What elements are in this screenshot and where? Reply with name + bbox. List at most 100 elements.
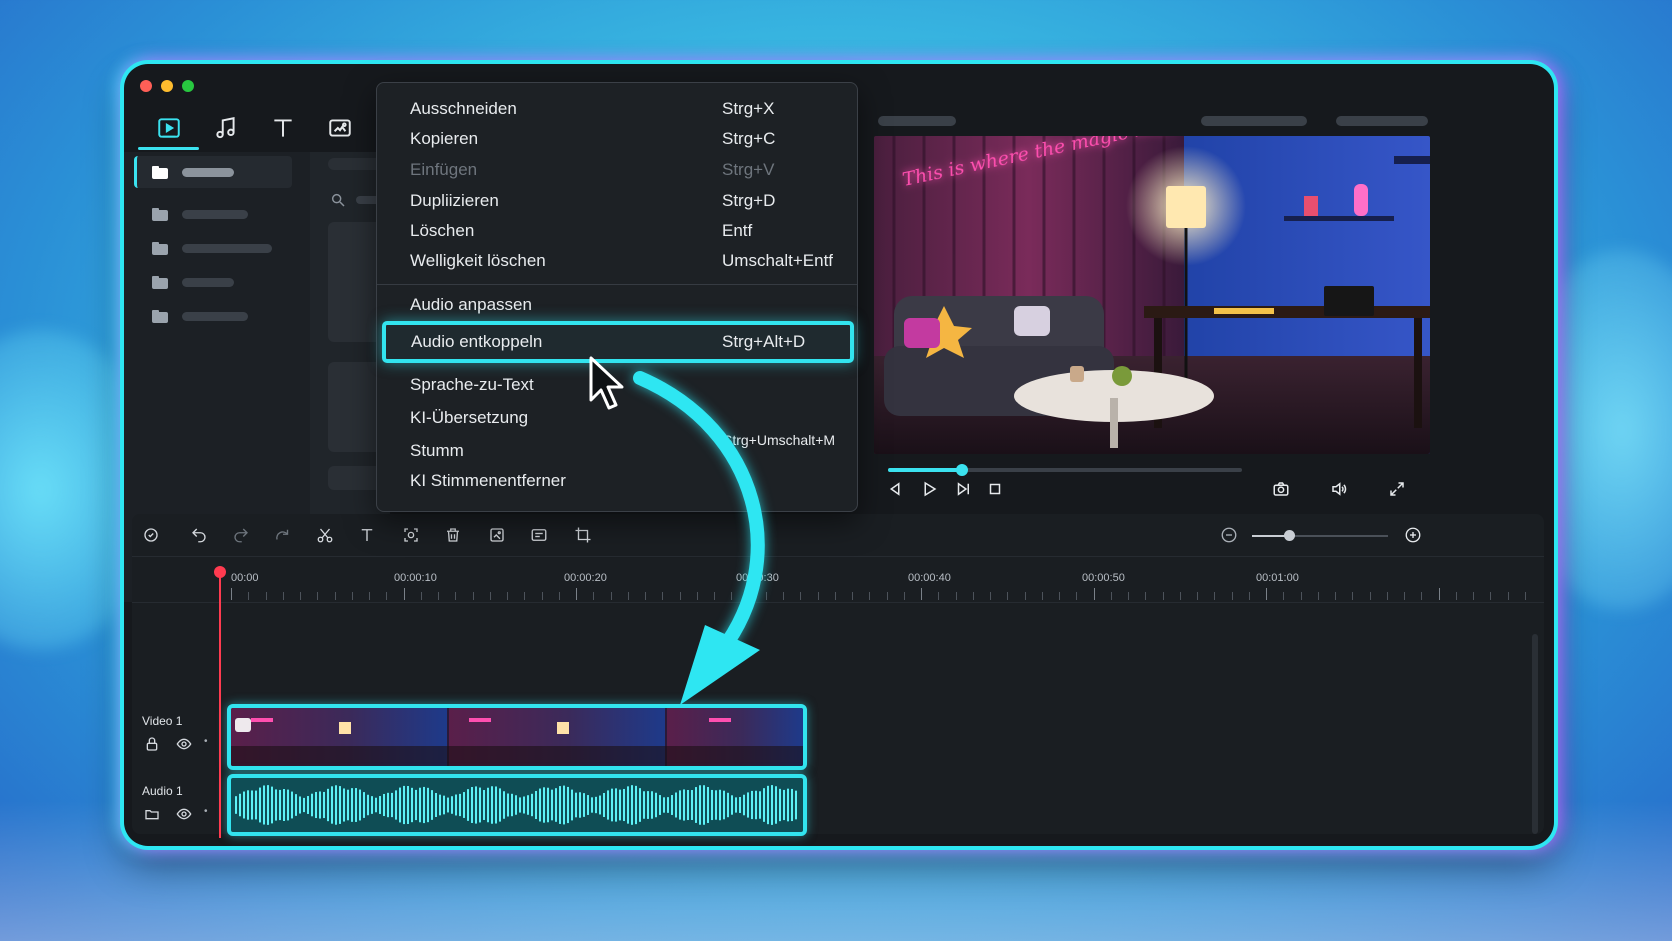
close-window-button[interactable] <box>140 80 152 92</box>
waveform-bar <box>423 786 425 824</box>
menu-item-label: Audio entkoppeln <box>411 332 543 351</box>
delete-button[interactable] <box>442 524 464 546</box>
stop-button[interactable] <box>984 478 1006 500</box>
menu-item-ai-vocal-remover[interactable]: KI Stimmenentferner <box>377 466 857 496</box>
waveform-bar <box>763 788 765 822</box>
waveform-bar <box>723 790 725 820</box>
preview-option-placeholder[interactable] <box>1201 116 1307 126</box>
menu-item-label: KI-Übersetzung <box>410 408 529 427</box>
playback-scrubber[interactable] <box>888 464 1242 476</box>
waveform-bar <box>283 788 285 822</box>
waveform-bar <box>551 789 553 821</box>
playhead[interactable] <box>219 572 221 838</box>
menu-item-delete[interactable]: Löschen Entf <box>377 216 857 246</box>
tab-titles[interactable] <box>254 104 311 152</box>
waveform-bar <box>759 791 761 819</box>
menu-separator <box>377 284 857 285</box>
menu-item-adjust-audio[interactable]: Audio anpassen <box>377 290 857 320</box>
image-transition-icon <box>328 119 351 137</box>
undo-button[interactable] <box>188 524 210 546</box>
tab-media[interactable] <box>138 104 199 152</box>
menu-item-duplicate[interactable]: Dupliizieren Strg+D <box>377 186 857 216</box>
next-frame-button[interactable] <box>952 478 974 500</box>
split-button[interactable] <box>314 524 336 546</box>
snapshot-button[interactable] <box>1270 478 1292 500</box>
folder-item[interactable] <box>134 300 292 332</box>
waveform-bar <box>275 789 277 821</box>
ruler-tick <box>351 592 353 600</box>
timeline-scrollbar[interactable] <box>1532 634 1538 834</box>
fullscreen-button[interactable] <box>1386 478 1408 500</box>
tab-audio[interactable] <box>197 104 254 152</box>
ruler-tick <box>1179 592 1181 600</box>
waveform-bar <box>751 790 753 820</box>
waveform-bar <box>795 790 797 820</box>
ruler-tick <box>748 588 750 600</box>
zoom-slider-handle[interactable] <box>1283 530 1295 541</box>
menu-item-ripple-delete[interactable]: Welligkeit löschen Umschalt+Entf <box>377 246 857 276</box>
waveform-bar <box>339 786 341 824</box>
add-text-button[interactable] <box>356 524 378 546</box>
waveform-bar <box>287 789 289 821</box>
waveform-bar <box>655 792 657 818</box>
folder-item[interactable] <box>134 232 292 264</box>
audio-clip[interactable] <box>227 774 807 836</box>
media-icon <box>157 118 180 138</box>
crop-button[interactable] <box>572 524 594 546</box>
image-adjust-button[interactable] <box>486 524 508 546</box>
menu-item-mute[interactable]: Stumm Strg+Umschalt+M <box>377 432 857 466</box>
folder-item[interactable] <box>134 266 292 298</box>
video-clip[interactable] <box>227 704 807 770</box>
redo-button[interactable] <box>230 524 252 546</box>
ruler-tick <box>990 592 991 600</box>
preview-viewer[interactable]: This is where the magic happens <box>874 136 1430 454</box>
menu-item-label: Audio anpassen <box>410 295 532 314</box>
menu-item-label: Einfügen <box>410 160 478 179</box>
waveform-bar <box>755 790 757 820</box>
ruler-tick <box>1059 592 1060 600</box>
ai-cutout-button[interactable] <box>400 524 422 546</box>
ruler-tick <box>1128 592 1129 600</box>
folder-item-active[interactable] <box>134 156 292 188</box>
search-icon[interactable] <box>330 192 346 208</box>
redo-alt-button[interactable] <box>272 524 294 546</box>
waveform-bar <box>783 789 785 821</box>
menu-item-cut[interactable]: Ausschneiden Strg+X <box>377 94 857 124</box>
play-button[interactable] <box>918 478 940 500</box>
waveform-bar <box>779 788 781 822</box>
unlock-folder-icon[interactable] <box>144 806 160 822</box>
zoom-in-button[interactable] <box>1402 524 1424 546</box>
waveform-bar <box>319 791 321 819</box>
waveform-bar <box>707 787 709 823</box>
volume-button[interactable] <box>1328 478 1350 500</box>
track-more-icon[interactable]: • <box>204 736 208 747</box>
ruler-tick <box>679 592 681 600</box>
ruler-tick <box>403 588 405 600</box>
waveform-bar <box>559 786 561 824</box>
minimize-window-button[interactable] <box>161 80 173 92</box>
folder-item[interactable] <box>134 198 292 230</box>
track-more-icon[interactable]: • <box>204 806 208 817</box>
face-scan-icon <box>404 528 418 542</box>
ai-tools-button[interactable] <box>140 524 162 546</box>
tab-transitions[interactable] <box>311 104 368 152</box>
waveform-bar <box>463 792 465 818</box>
eye-icon[interactable] <box>176 736 192 752</box>
subtitle-button[interactable] <box>528 524 550 546</box>
playback-scrubber-handle[interactable] <box>956 464 969 476</box>
preview-option-placeholder[interactable] <box>1336 116 1428 126</box>
waveform-bar <box>343 788 345 822</box>
waveform-bar <box>735 797 737 813</box>
menu-item-shortcut: Strg+X <box>722 99 775 118</box>
folder-name-placeholder <box>182 311 248 321</box>
previous-frame-button[interactable] <box>884 478 906 500</box>
zoom-out-button[interactable] <box>1218 524 1240 546</box>
menu-item-label: Kopieren <box>410 129 479 148</box>
zoom-slider[interactable] <box>1252 530 1388 541</box>
lock-icon[interactable] <box>144 736 160 752</box>
timeline-ruler[interactable]: 00:00 00:00:10 00:00:20 00:00:30 00:00:4… <box>132 556 1544 603</box>
maximize-window-button[interactable] <box>182 80 194 92</box>
menu-item-copy[interactable]: Kopieren Strg+C <box>377 124 857 154</box>
eye-icon[interactable] <box>176 806 192 822</box>
waveform-bar <box>767 785 769 825</box>
